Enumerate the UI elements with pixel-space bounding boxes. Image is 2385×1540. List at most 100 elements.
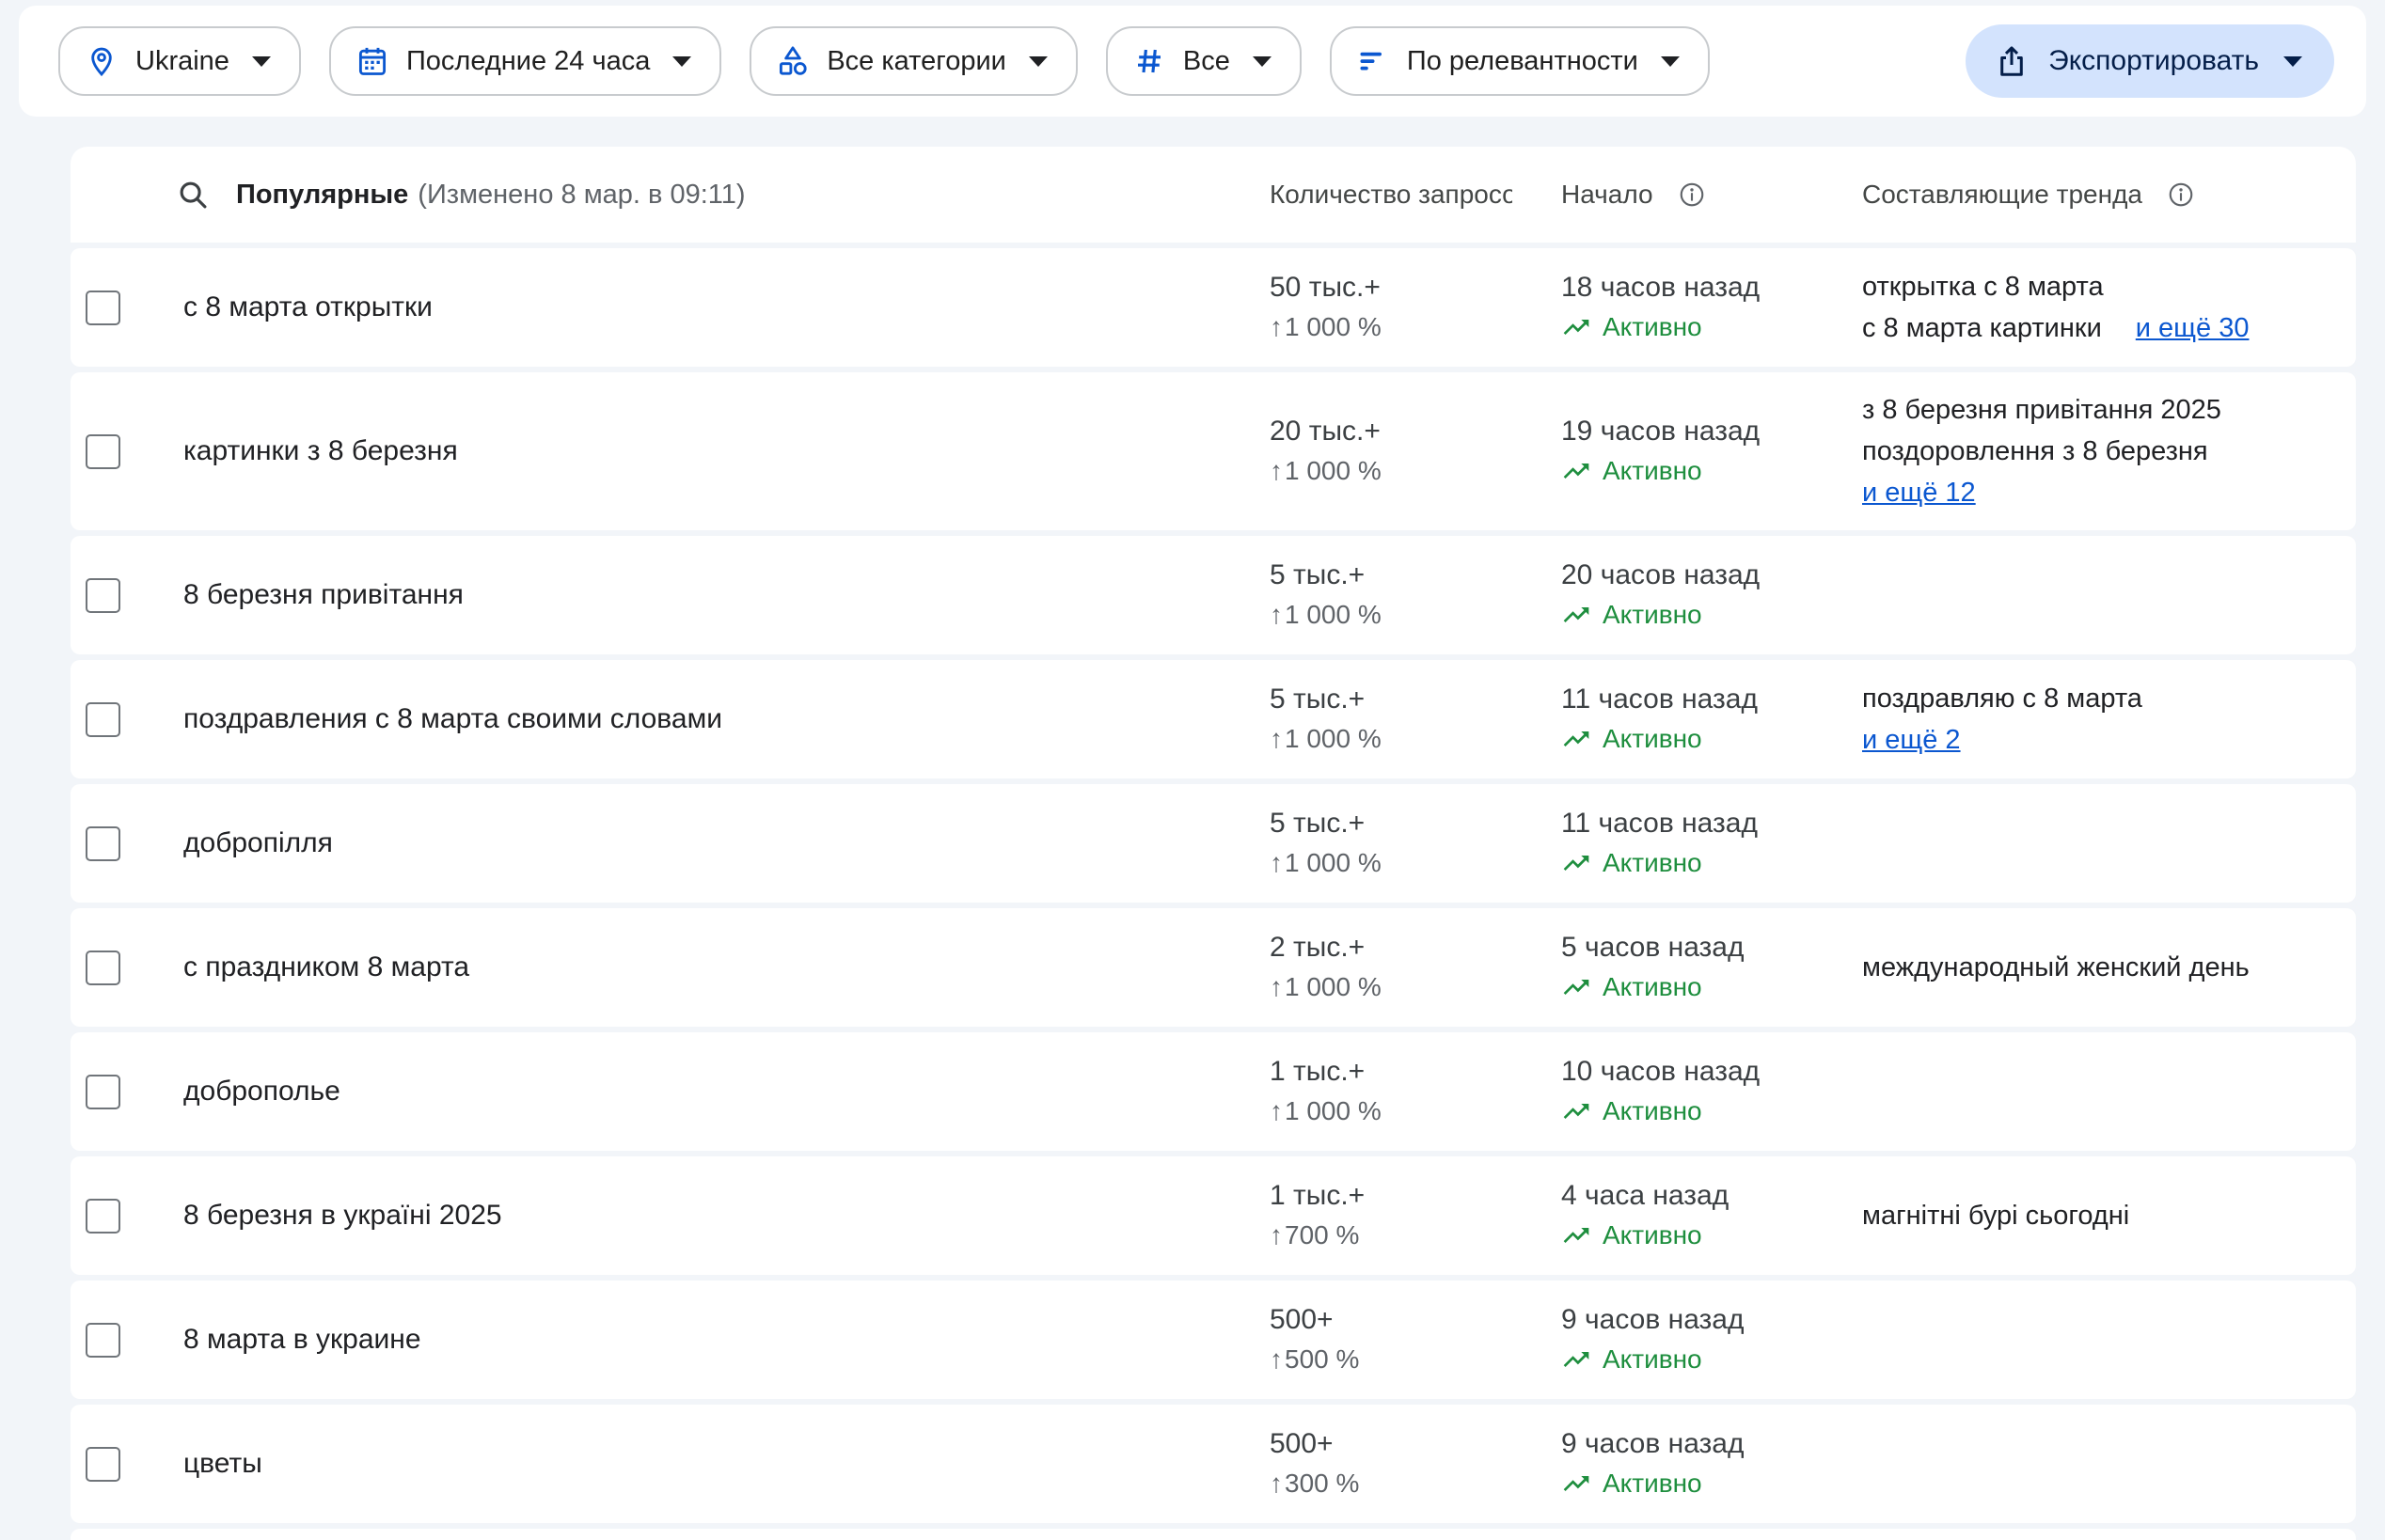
filter-chip-label: Все категории	[827, 46, 1006, 77]
row-checkbox[interactable]	[86, 702, 120, 737]
trending-up-icon	[1561, 1096, 1591, 1126]
table-row[interactable]: добропілля5 тыс.+↑1 000 %11 часов назадА…	[71, 784, 2356, 903]
filter-chip-2[interactable]: Последние 24 часа	[329, 26, 721, 96]
calendar-icon	[355, 44, 389, 78]
trending-up-icon	[1561, 456, 1591, 486]
table-row[interactable]: цветы500+↑300 %9 часов назадАктивно	[71, 1405, 2356, 1523]
growth-percent: ↑1 000 %	[1270, 1092, 1546, 1131]
breakdown-cell	[1862, 536, 2356, 654]
table-row[interactable]: доброполье1 тыс.+↑1 000 %10 часов назадА…	[71, 1032, 2356, 1151]
status-label: Активно	[1603, 967, 1702, 1007]
breakdown-term: поздоровлення з 8 березня	[1862, 431, 2341, 472]
query-cell: 8 березня в україні 2025	[183, 1156, 1270, 1275]
growth-percent: ↑1 000 %	[1270, 967, 1546, 1007]
table-row[interactable]: поздравления с 8 марта своими словами 5 т…	[71, 660, 2356, 778]
filter-chip-3[interactable]: Все категории	[750, 26, 1078, 96]
checkbox-cell	[71, 1281, 183, 1399]
category-icon	[776, 44, 810, 78]
volume-cell: 500+↑300 %	[1270, 1405, 1561, 1523]
start-cell: 20 часов назадАктивно	[1561, 536, 1862, 654]
trend-query: доброполье	[183, 1073, 1255, 1110]
trend-query: 8 березня в україні 2025	[183, 1197, 1255, 1234]
table-row[interactable]: с 8 марта открытки50 тыс.+↑1 000 %18 час…	[71, 248, 2356, 367]
row-checkbox[interactable]	[86, 1199, 120, 1234]
trend-query: добропілля	[183, 825, 1255, 862]
breakdown-term: поздравляю с 8 марта	[1862, 678, 2341, 719]
checkbox-cell	[71, 1032, 183, 1151]
filter-chip-1[interactable]: Ukraine	[58, 26, 301, 96]
chevron-down-icon	[672, 56, 691, 67]
breakdown-term: международный женский день	[1862, 947, 2341, 988]
sort-icon	[1356, 44, 1390, 78]
started-time: 18 часов назад	[1561, 268, 1847, 307]
row-checkbox[interactable]	[86, 291, 120, 325]
row-checkbox[interactable]	[86, 1447, 120, 1482]
status-label: Активно	[1603, 307, 1702, 347]
arrow-up-icon: ↑	[1270, 719, 1283, 759]
table-row[interactable]: картинки з 8 березня20 тыс.+↑1 000 %19 ч…	[71, 372, 2356, 530]
growth-percent: ↑1 000 %	[1270, 719, 1546, 759]
volume-cell: 5 тыс.+↑1 000 %	[1270, 536, 1561, 654]
checkbox-cell	[71, 660, 183, 778]
query-cell: поздравления с 8 марта своими словами	[183, 660, 1270, 778]
growth-percent: ↑1 000 %	[1270, 307, 1546, 347]
table-row[interactable]: 8 березня в україні 20251 тыс.+↑700 %4 ч…	[71, 1156, 2356, 1275]
breakdown-cell	[1862, 1405, 2356, 1523]
chevron-down-icon	[1029, 56, 1048, 67]
search-volume: 5 тыс.+	[1270, 556, 1546, 595]
arrow-up-icon: ↑	[1270, 451, 1283, 491]
info-icon[interactable]	[2167, 181, 2195, 209]
trend-query: поздравления с 8 марта своими словами	[183, 700, 1255, 738]
started-time: 9 часов назад	[1561, 1300, 1847, 1340]
query-cell: доброполье	[183, 1032, 1270, 1151]
trend-query: картинки з 8 березня	[183, 432, 1255, 470]
export-button[interactable]: Экспортировать	[1966, 24, 2334, 98]
row-checkbox[interactable]	[86, 826, 120, 861]
more-terms-link[interactable]: и ещё 30	[2136, 307, 2250, 349]
breakdown-cell: з 8 березня привітання 2025поздоровлення…	[1862, 372, 2356, 530]
volume-cell: 1 тыс.+↑700 %	[1270, 1156, 1561, 1275]
status-label: Активно	[1603, 719, 1702, 759]
query-cell: 8 березня привітання	[183, 536, 1270, 654]
search-volume: 20 тыс.+	[1270, 412, 1546, 451]
info-icon[interactable]	[1678, 181, 1706, 209]
trending-up-icon	[1561, 972, 1591, 1002]
row-checkbox[interactable]	[86, 1323, 120, 1358]
breakdown-term: з 8 березня привітання 2025	[1862, 389, 2341, 431]
row-checkbox[interactable]	[86, 434, 120, 469]
filter-chips: Ukraine Последние 24 часа Все категории Все…	[58, 26, 1710, 96]
table-title: Популярные	[236, 180, 408, 210]
filter-chip-4[interactable]: Все	[1106, 26, 1302, 96]
started-time: 10 часов назад	[1561, 1052, 1847, 1092]
status-label: Активно	[1603, 1092, 1702, 1131]
search-volume: 5 тыс.+	[1270, 804, 1546, 843]
start-cell: 9 часов назадАктивно	[1561, 1281, 1862, 1399]
more-terms-link[interactable]: и ещё 2	[1862, 725, 1961, 755]
search-volume: 500+	[1270, 1300, 1546, 1340]
volume-cell: 1 тыс.+↑1 000 %	[1270, 1032, 1561, 1151]
volume-cell: 5 тыс.+↑1 000 %	[1270, 784, 1561, 903]
filter-bar: Ukraine Последние 24 часа Все категории Все…	[19, 6, 2366, 117]
table-row[interactable]: 8 march200+↑600 %2 часа назадАктивно	[71, 1529, 2356, 1540]
arrow-up-icon: ↑	[1270, 1216, 1283, 1255]
filter-chip-5[interactable]: По релевантности	[1330, 26, 1710, 96]
trending-up-icon	[1561, 1344, 1591, 1375]
volume-cell: 200+↑600 %	[1270, 1529, 1561, 1540]
start-cell: 9 часов назадАктивно	[1561, 1405, 1862, 1523]
more-terms-link[interactable]: и ещё 12	[1862, 478, 1976, 508]
start-cell: 11 часов назадАктивно	[1561, 660, 1862, 778]
volume-cell: 5 тыс.+↑1 000 %	[1270, 660, 1561, 778]
table-row[interactable]: 8 марта в украине500+↑500 %9 часов назад…	[71, 1281, 2356, 1399]
location-pin-icon	[85, 44, 118, 78]
table-row[interactable]: 8 березня привітання5 тыс.+↑1 000 %20 ча…	[71, 536, 2356, 654]
started-time: 19 часов назад	[1561, 412, 1847, 451]
row-checkbox[interactable]	[86, 951, 120, 985]
search-icon[interactable]	[176, 178, 210, 212]
row-checkbox[interactable]	[86, 1075, 120, 1109]
breakdown-cell	[1862, 1032, 2356, 1151]
table-row[interactable]: с праздником 8 марта2 тыс.+↑1 000 %5 час…	[71, 908, 2356, 1027]
search-volume: 1 тыс.+	[1270, 1052, 1546, 1092]
row-checkbox[interactable]	[86, 578, 120, 613]
status-badge: Активно	[1561, 1340, 1847, 1379]
table-subtitle: (Изменено 8 мар. в 09:11)	[418, 180, 745, 210]
